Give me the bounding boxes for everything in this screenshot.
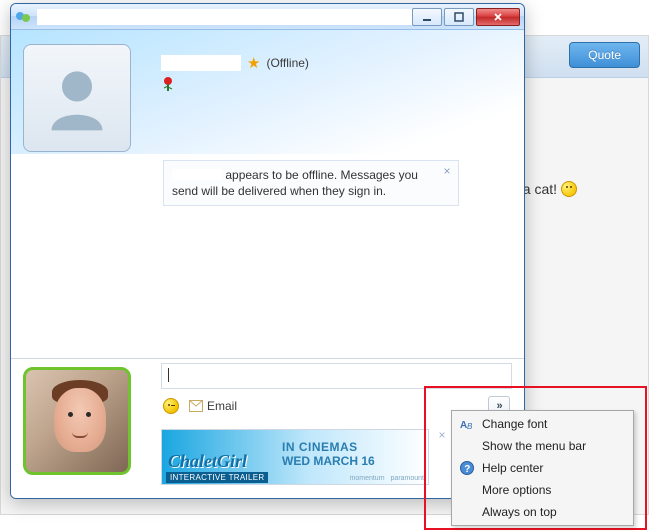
text-caret — [168, 368, 169, 382]
conversation-area: appears to be offline. Messages you send… — [11, 154, 524, 358]
menu-label: Show the menu bar — [478, 439, 623, 453]
menu-label: Help center — [478, 461, 623, 475]
menu-item-help-center[interactable]: ? Help center — [454, 457, 631, 479]
blank-icon — [456, 435, 478, 457]
person-placeholder-icon — [40, 61, 114, 135]
contact-name — [161, 55, 241, 71]
redacted-name — [172, 169, 222, 180]
self-avatar[interactable] — [23, 367, 131, 475]
ad-line2: WED MARCH 16 — [282, 454, 375, 468]
contact-avatar[interactable] — [23, 44, 131, 152]
blank-icon — [456, 501, 478, 523]
font-icon: AB — [456, 413, 478, 435]
svg-text:B: B — [467, 422, 473, 431]
ad-studio-1: momentum — [350, 475, 385, 482]
ad-line1: IN CINEMAS — [282, 440, 358, 454]
wink-emoticon-button[interactable] — [163, 398, 179, 414]
menu-item-more-options[interactable]: More options — [454, 479, 631, 501]
window-title — [37, 9, 412, 25]
menu-label: Change font — [478, 417, 623, 431]
minimize-button[interactable] — [412, 8, 442, 26]
smile-icon — [561, 181, 577, 197]
ad-tag: INTERACTIVE TRAILER — [166, 472, 268, 483]
help-icon: ? — [456, 457, 478, 479]
star-icon: ★ — [247, 54, 260, 72]
ad-close-button[interactable]: × — [435, 429, 449, 443]
menu-label: Always on top — [478, 505, 623, 519]
offline-notice: appears to be offline. Messages you send… — [163, 160, 459, 206]
options-menu: AB Change font Show the menu bar ? Help … — [451, 410, 634, 526]
menu-item-always-on-top[interactable]: Always on top — [454, 501, 631, 523]
app-icon — [15, 9, 31, 25]
maximize-button[interactable] — [444, 8, 474, 26]
titlebar[interactable] — [11, 4, 524, 30]
svg-text:?: ? — [464, 464, 470, 475]
ad-logo: ChaletGirl — [168, 451, 247, 472]
ad-studio-2: paramount — [391, 475, 424, 482]
menu-item-show-menubar[interactable]: Show the menu bar — [454, 435, 631, 457]
notice-close-button[interactable]: × — [440, 165, 454, 179]
input-area: Email » ChaletGirl IN CINEMAS WED MARCH … — [11, 358, 524, 498]
close-button[interactable] — [476, 8, 520, 26]
quote-button[interactable]: Quote — [569, 42, 640, 68]
rose-icon — [161, 76, 175, 95]
mail-icon — [189, 400, 203, 412]
menu-item-change-font[interactable]: AB Change font — [454, 413, 631, 435]
contact-header: ★ (Offline) — [11, 30, 524, 154]
message-input[interactable] — [161, 363, 512, 389]
chat-window: ★ (Offline) appears to be offline. Messa… — [10, 3, 525, 499]
blank-icon — [456, 479, 478, 501]
ad-banner[interactable]: ChaletGirl IN CINEMAS WED MARCH 16 INTER… — [161, 429, 429, 485]
contact-status: (Offline) — [266, 56, 308, 70]
email-button[interactable]: Email — [189, 399, 237, 413]
email-label: Email — [207, 399, 237, 413]
menu-label: More options — [478, 483, 623, 497]
